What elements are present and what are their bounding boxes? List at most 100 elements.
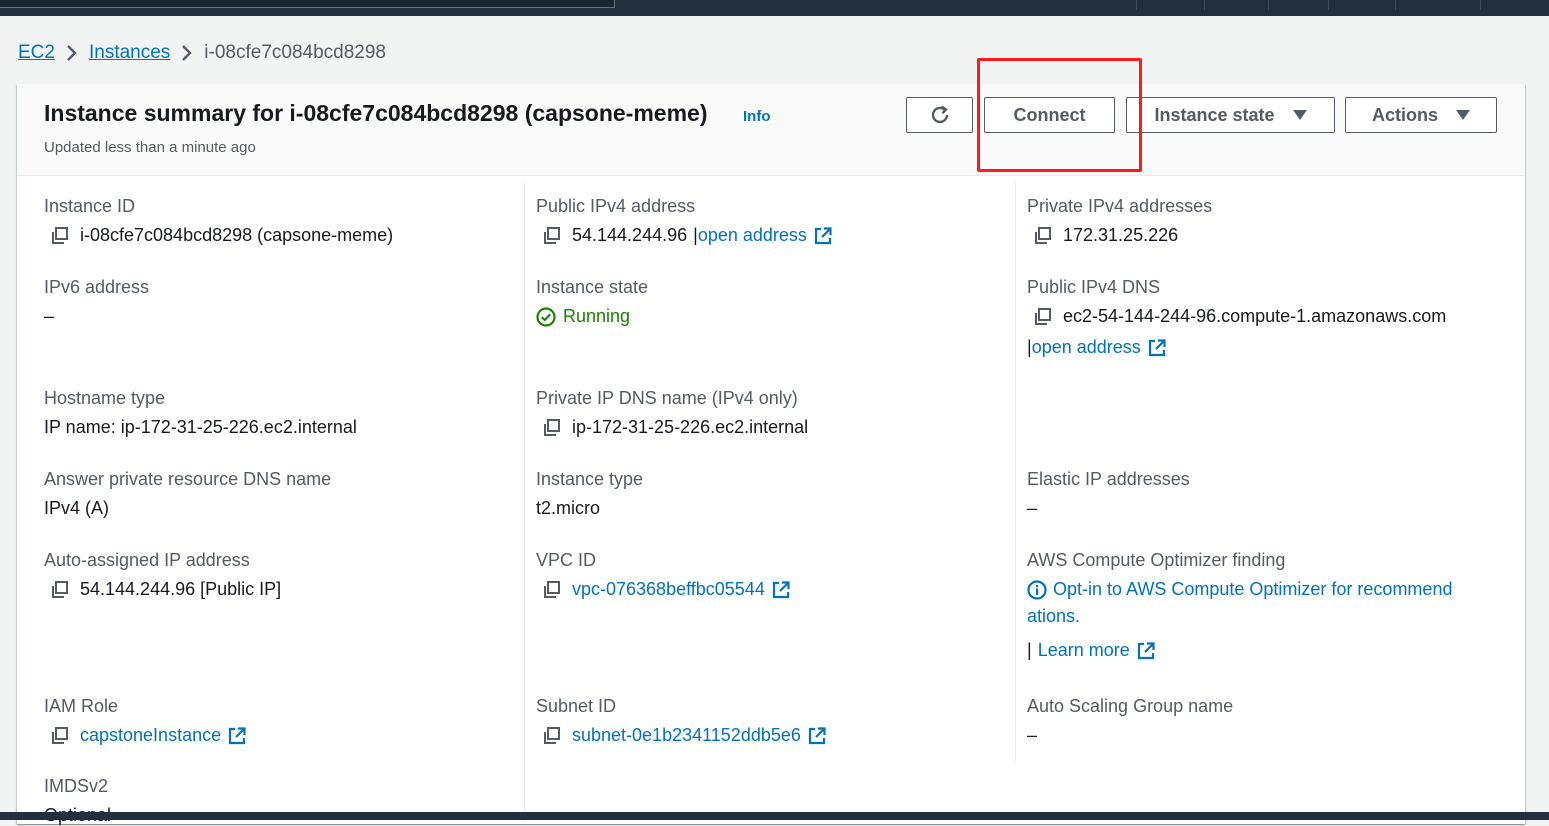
topbar-divider xyxy=(1204,0,1205,10)
field-label: Public IPv4 DNS xyxy=(1027,277,1161,297)
field-value: – xyxy=(1027,498,1038,518)
open-address-link[interactable]: open address xyxy=(1032,337,1141,358)
actions-label: Actions xyxy=(1371,104,1438,125)
field-label: Subnet ID xyxy=(536,696,617,716)
copy-icon[interactable] xyxy=(50,726,70,746)
vpc-id-link[interactable]: vpc-076368beffbc05544 xyxy=(572,579,765,600)
external-link-icon[interactable] xyxy=(771,580,791,600)
field-label: Elastic IP addresses xyxy=(1027,469,1190,489)
status-badge: Running xyxy=(563,306,631,326)
connect-button[interactable]: Connect xyxy=(984,97,1115,133)
instance-state-dropdown[interactable]: Instance state xyxy=(1126,97,1335,133)
opt-in-optimizer-link[interactable]: Opt-in to AWS Compute Optimizer for reco… xyxy=(1053,579,1452,600)
refresh-icon xyxy=(931,105,948,124)
copy-icon[interactable] xyxy=(542,226,562,246)
field-value: t2.micro xyxy=(536,498,601,518)
field-value: – xyxy=(1027,725,1038,745)
topbar-divider xyxy=(1395,0,1396,10)
actions-dropdown[interactable]: Actions xyxy=(1345,97,1497,133)
chevron-right-icon xyxy=(55,44,89,62)
field-public-ipv4-dns: Public IPv4 DNS ec2-54-144-244-96.comput… xyxy=(1027,277,1446,358)
breadcrumb-current: i-08cfe7c084bcd8298 xyxy=(204,42,386,63)
field-label: IMDSv2 xyxy=(44,776,109,796)
copy-icon[interactable] xyxy=(1033,226,1053,246)
breadcrumb: EC2 Instances i-08cfe7c084bcd8298 xyxy=(18,40,386,66)
caret-down-icon xyxy=(1292,110,1307,120)
instance-state-label: Instance state xyxy=(1154,104,1275,125)
field-label: Hostname type xyxy=(44,388,166,408)
field-instance-state: Instance state Running xyxy=(536,277,648,327)
field-private-dns: Private IP DNS name (IPv4 only) ip-172-3… xyxy=(536,388,808,438)
field-iam-role: IAM Role capstoneInstance xyxy=(44,696,247,746)
field-value: IPv4 (A) xyxy=(44,498,110,518)
info-circle-icon xyxy=(1027,579,1047,600)
field-label: Instance state xyxy=(536,277,649,297)
chevron-right-icon xyxy=(170,44,204,62)
external-link-icon[interactable] xyxy=(1147,338,1167,358)
field-instance-type: Instance type t2.micro xyxy=(536,469,643,519)
field-public-ipv4: Public IPv4 address 54.144.244.96 | open… xyxy=(536,196,833,246)
field-label: Public IPv4 address xyxy=(536,196,696,216)
field-value: ip-172-31-25-226.ec2.internal xyxy=(572,417,809,437)
panel-header: Instance summary for i-08cfe7c084bcd8298… xyxy=(17,84,1525,176)
field-value: 54.144.244.96 [Public IP] xyxy=(80,579,282,599)
field-subnet-id: Subnet ID subnet-0e1b2341152ddb5e6 xyxy=(536,696,827,746)
field-value: 172.31.25.226 xyxy=(1063,225,1179,245)
caret-down-icon xyxy=(1456,110,1470,120)
topbar-divider xyxy=(1480,0,1481,10)
field-ipv6-address: IPv6 address – xyxy=(44,277,149,327)
refresh-button[interactable] xyxy=(906,97,973,133)
field-instance-id: Instance ID i-08cfe7c084bcd8298 (capsone… xyxy=(44,196,393,246)
breadcrumb-instances-link[interactable]: Instances xyxy=(89,42,170,64)
field-asg-name: Auto Scaling Group name – xyxy=(1027,696,1233,746)
open-address-link[interactable]: open address xyxy=(698,225,807,246)
external-link-icon[interactable] xyxy=(813,226,833,246)
field-label: Auto Scaling Group name xyxy=(1027,696,1234,716)
field-label: Answer private resource DNS name xyxy=(44,469,332,489)
console-top-bar xyxy=(0,0,1549,16)
topbar-divider xyxy=(1136,0,1137,10)
field-label: Auto-assigned IP address xyxy=(44,550,250,570)
field-label: IAM Role xyxy=(44,696,119,716)
field-label: VPC ID xyxy=(536,550,597,570)
external-link-icon[interactable] xyxy=(1136,641,1156,661)
field-hostname-type: Hostname type IP name: ip-172-31-25-226.… xyxy=(44,388,357,438)
topbar-divider xyxy=(1328,0,1329,10)
last-updated-text: Updated less than a minute ago xyxy=(44,139,256,156)
field-value: ec2-54-144-244-96.compute-1.amazonaws.co… xyxy=(1063,306,1447,326)
copy-icon[interactable] xyxy=(1033,307,1053,327)
opt-in-optimizer-link-continued[interactable]: ations. xyxy=(1027,606,1452,627)
learn-more-link[interactable]: Learn more xyxy=(1038,640,1130,661)
iam-role-link[interactable]: capstoneInstance xyxy=(80,725,221,746)
copy-icon[interactable] xyxy=(50,226,70,246)
field-compute-optimizer: AWS Compute Optimizer finding Opt-in to … xyxy=(1027,550,1452,661)
topbar-divider xyxy=(1268,0,1269,10)
field-value: IP name: ip-172-31-25-226.ec2.internal xyxy=(44,417,357,437)
field-label: Private IPv4 addresses xyxy=(1027,196,1213,216)
copy-icon[interactable] xyxy=(542,580,562,600)
info-link[interactable]: Info xyxy=(743,108,771,125)
external-link-icon[interactable] xyxy=(807,726,827,746)
field-label: Instance type xyxy=(536,469,644,489)
field-elastic-ip: Elastic IP addresses – xyxy=(1027,469,1190,519)
global-search-input[interactable] xyxy=(0,0,615,8)
breadcrumb-ec2-link[interactable]: EC2 xyxy=(18,42,55,64)
field-label: Instance ID xyxy=(44,196,136,216)
field-auto-assigned-ip: Auto-assigned IP address 54.144.244.96 [… xyxy=(44,550,281,600)
field-label: IPv6 address xyxy=(44,277,150,297)
copy-icon[interactable] xyxy=(542,726,562,746)
status-success-icon xyxy=(536,306,556,327)
copy-icon[interactable] xyxy=(50,580,70,600)
field-value: i-08cfe7c084bcd8298 (capsone-meme) xyxy=(80,225,394,245)
subnet-id-link[interactable]: subnet-0e1b2341152ddb5e6 xyxy=(572,725,801,746)
column-divider xyxy=(524,183,525,823)
column-divider xyxy=(1015,183,1016,761)
copy-icon[interactable] xyxy=(542,418,562,438)
field-value: 54.144.244.96 xyxy=(572,225,688,245)
field-label: AWS Compute Optimizer finding xyxy=(1027,550,1286,570)
field-vpc-id: VPC ID vpc-076368beffbc05544 xyxy=(536,550,791,600)
separator: | xyxy=(1027,640,1032,660)
external-link-icon[interactable] xyxy=(227,726,247,746)
field-value: – xyxy=(44,306,55,326)
field-private-ipv4: Private IPv4 addresses 172.31.25.226 xyxy=(1027,196,1212,246)
